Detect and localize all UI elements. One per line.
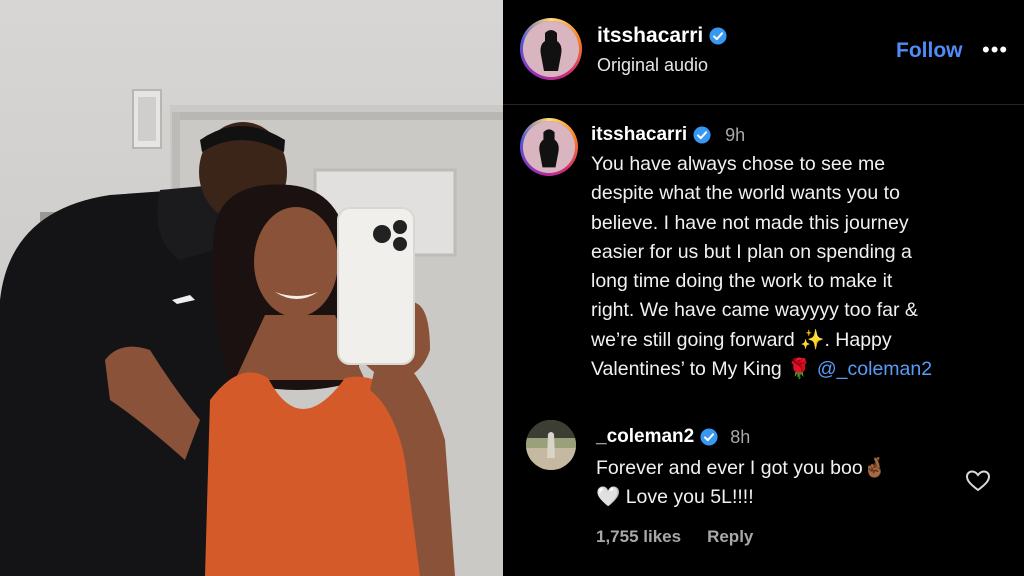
caption-line: right. We have came wayyyy too far & [591, 299, 918, 322]
comment-header: _coleman2 8h [596, 426, 750, 448]
heart-outline-icon[interactable] [965, 469, 991, 493]
avatar-silhouette-icon [523, 21, 579, 77]
author-username[interactable]: itsshacarri [597, 24, 703, 48]
post-header: itsshacarri Original audio Follow ••• [503, 0, 1024, 105]
caption-line: we’re still going forward ✨. Happy [591, 328, 892, 351]
caption-line: despite what the world wants you to [591, 182, 900, 205]
verified-badge-icon [700, 428, 718, 446]
caption-line: long time doing the work to make it [591, 270, 893, 293]
photo-illustration [0, 89, 503, 576]
follow-button[interactable]: Follow [896, 39, 963, 63]
comment-line: Forever and ever I got you boo🤞🏾 [596, 457, 887, 479]
caption-time: 9h [725, 124, 746, 145]
author-name-row: itsshacarri [597, 24, 727, 48]
caption-header: itsshacarri 9h [591, 124, 745, 146]
comment-text: Forever and ever I got you boo🤞🏾 🤍 Love … [596, 454, 887, 512]
caption-line: easier for us but I plan on spending a [591, 240, 912, 263]
verified-badge-icon [693, 126, 711, 144]
comment-time: 8h [730, 426, 751, 447]
caption-last-line: Valentines’ to My King 🌹 @_coleman2 [591, 355, 1011, 384]
more-options-icon[interactable]: ••• [982, 37, 1008, 63]
caption-line: You have always chose to see me [591, 153, 886, 175]
comment-username[interactable]: _coleman2 [596, 426, 694, 448]
comment-meta: 1,755 likes Reply [596, 527, 753, 547]
comment-line: 🤍 Love you 5L!!!! [596, 486, 754, 508]
author-avatar[interactable] [520, 18, 582, 80]
caption-line: Valentines’ to My King 🌹 [591, 358, 817, 381]
caption-avatar[interactable] [520, 118, 578, 176]
verified-badge-icon [709, 27, 727, 45]
caption-text: You have always chose to see me despite … [591, 150, 1011, 384]
comment-likes[interactable]: 1,755 likes [596, 527, 681, 547]
caption-line: believe. I have not made this journey [591, 211, 909, 234]
avatar-silhouette-icon [523, 121, 575, 173]
reply-button[interactable]: Reply [707, 527, 753, 547]
stadium-photo-icon [526, 420, 576, 470]
post-side-panel: itsshacarri Original audio Follow ••• it… [503, 0, 1024, 576]
audio-label[interactable]: Original audio [597, 55, 708, 76]
mention-link[interactable]: @_coleman2 [817, 358, 932, 380]
commenter-avatar[interactable] [526, 420, 576, 470]
caption-username[interactable]: itsshacarri [591, 124, 687, 146]
post-photo[interactable] [0, 0, 503, 576]
